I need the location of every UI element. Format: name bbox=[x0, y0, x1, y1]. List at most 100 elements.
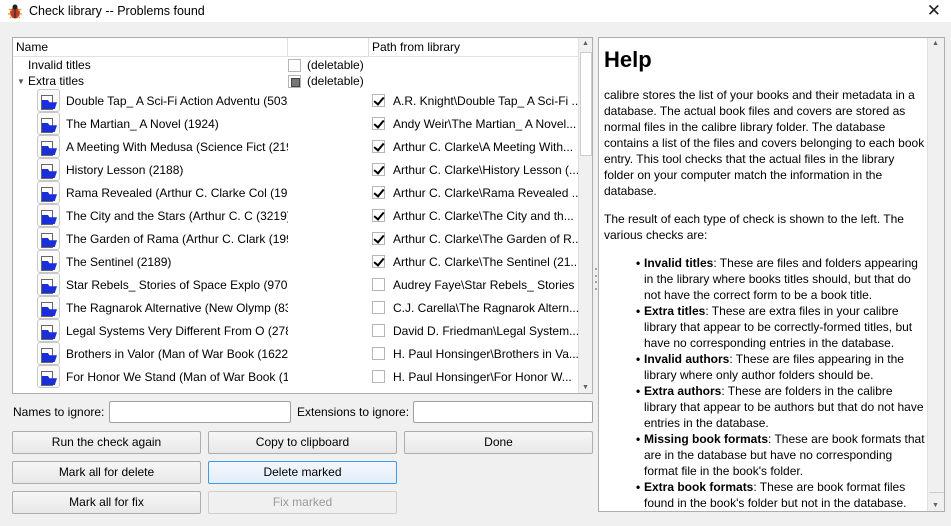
table-row[interactable]: Brothers in Valor (Man of War Book (1622… bbox=[13, 342, 580, 365]
item-checkbox[interactable] bbox=[372, 140, 385, 153]
scroll-down-icon[interactable]: ▼ bbox=[932, 502, 939, 509]
table-row[interactable]: The Ragnarok Alternative (New Olymp (833… bbox=[13, 296, 580, 319]
table-row[interactable]: A Meeting With Medusa (Science Fict (219… bbox=[13, 135, 580, 158]
item-path: H. Paul Honsinger\Brothers in Va... bbox=[393, 346, 579, 361]
column-header-path[interactable]: Path from library bbox=[369, 38, 580, 56]
table-row[interactable]: The City and the Stars (Arthur C. C (321… bbox=[13, 204, 580, 227]
item-name: The Sentinel (2189) bbox=[66, 254, 172, 269]
folder-icon bbox=[37, 181, 60, 204]
help-intro: calibre stores the list of your books an… bbox=[604, 88, 925, 198]
help-panel: Help calibre stores the list of your boo… bbox=[598, 37, 945, 512]
extensions-to-ignore-input[interactable] bbox=[413, 401, 593, 423]
help-check-item: Extra authors: These are folders in the … bbox=[636, 383, 926, 431]
item-checkbox[interactable] bbox=[372, 232, 385, 245]
mark-all-for-fix-button[interactable]: Mark all for fix bbox=[12, 491, 201, 514]
table-row[interactable]: For Honor We Stand (Man of War Book (162… bbox=[13, 365, 580, 388]
table-row[interactable]: Star Rebels_ Stories of Space Explo (970… bbox=[13, 273, 580, 296]
item-name: A Meeting With Medusa (Science Fict (219… bbox=[66, 139, 288, 154]
item-name: The Ragnarok Alternative (New Olymp (833… bbox=[66, 300, 288, 315]
help-check-item: Invalid titles: These are files and fold… bbox=[636, 255, 926, 303]
tree-rows: Invalid titles (deletable) ▼ Extra titles… bbox=[13, 57, 580, 388]
help-check-item: Extra book formats: These are book forma… bbox=[636, 479, 926, 511]
item-checkbox[interactable] bbox=[372, 347, 385, 360]
group-extra-titles[interactable]: ▼ Extra titles (deletable) bbox=[13, 73, 580, 89]
run-check-again-button[interactable]: Run the check again bbox=[12, 431, 201, 454]
window-title: Check library -- Problems found bbox=[29, 4, 205, 18]
item-checkbox[interactable] bbox=[372, 117, 385, 130]
item-name: For Honor We Stand (Man of War Book (162… bbox=[66, 369, 288, 384]
group-checkbox[interactable] bbox=[288, 58, 301, 72]
item-name: Legal Systems Very Different From O (278… bbox=[66, 323, 288, 338]
table-row[interactable]: The Garden of Rama (Arthur C. Clark (199… bbox=[13, 227, 580, 250]
item-checkbox[interactable] bbox=[372, 255, 385, 268]
item-name: The Garden of Rama (Arthur C. Clark (199… bbox=[66, 231, 288, 246]
item-name: Star Rebels_ Stories of Space Explo (970… bbox=[66, 277, 288, 292]
tree-header: Name Path from library bbox=[13, 38, 580, 57]
scroll-up-icon[interactable]: ▲ bbox=[582, 40, 589, 47]
done-button[interactable]: Done bbox=[404, 431, 593, 454]
item-checkbox[interactable] bbox=[372, 94, 385, 107]
scroll-down-icon[interactable]: ▼ bbox=[582, 384, 589, 391]
item-path: Arthur C. Clarke\Rama Revealed ... bbox=[393, 185, 580, 200]
group-invalid-titles[interactable]: Invalid titles (deletable) bbox=[13, 57, 580, 73]
folder-icon bbox=[37, 158, 60, 181]
item-checkbox[interactable] bbox=[372, 186, 385, 199]
close-icon[interactable]: ✕ bbox=[927, 1, 941, 21]
table-row[interactable]: The Martian_ A Novel (1924) Andy Weir\Th… bbox=[13, 112, 580, 135]
title-bar: Check library -- Problems found ✕ bbox=[0, 0, 951, 22]
item-checkbox[interactable] bbox=[372, 209, 385, 222]
table-row[interactable]: History Lesson (2188) Arthur C. Clarke\H… bbox=[13, 158, 580, 181]
help-check-item: Invalid authors: These are files appeari… bbox=[636, 351, 926, 383]
folder-icon bbox=[37, 135, 60, 158]
folder-icon bbox=[37, 204, 60, 227]
item-path: Arthur C. Clarke\History Lesson (... bbox=[393, 162, 580, 177]
folder-icon bbox=[37, 227, 60, 250]
table-row[interactable]: Rama Revealed (Arthur C. Clarke Col (199… bbox=[13, 181, 580, 204]
check-term: Invalid authors bbox=[644, 352, 730, 366]
item-checkbox[interactable] bbox=[372, 324, 385, 337]
column-header-name[interactable]: Name bbox=[13, 38, 288, 56]
scroll-up-icon[interactable]: ▲ bbox=[932, 40, 939, 47]
item-name: The Martian_ A Novel (1924) bbox=[66, 116, 219, 131]
table-row[interactable]: Double Tap_ A Sci-Fi Action Adventu (503… bbox=[13, 89, 580, 112]
check-term: Extra authors bbox=[644, 384, 722, 398]
problems-tree[interactable]: Name Path from library Invalid titles (d… bbox=[12, 37, 593, 394]
item-checkbox[interactable] bbox=[372, 370, 385, 383]
column-header-check[interactable] bbox=[288, 38, 369, 56]
check-term: Invalid titles bbox=[644, 256, 714, 270]
folder-icon bbox=[37, 319, 60, 342]
names-to-ignore-input[interactable] bbox=[109, 401, 291, 423]
scrollbar-thumb[interactable] bbox=[580, 52, 592, 156]
copy-to-clipboard-button[interactable]: Copy to clipboard bbox=[208, 431, 397, 454]
help-check-item: Extra titles: These are extra files in y… bbox=[636, 303, 926, 351]
folder-icon bbox=[37, 342, 60, 365]
table-row[interactable]: The Sentinel (2189) Arthur C. Clarke\The… bbox=[13, 250, 580, 273]
help-scrollbar[interactable]: ▲ ▼ bbox=[927, 38, 944, 511]
calibre-bug-icon bbox=[7, 3, 23, 19]
item-checkbox[interactable] bbox=[372, 278, 385, 291]
extensions-to-ignore-label: Extensions to ignore: bbox=[297, 405, 410, 419]
item-path: Arthur C. Clarke\A Meeting With... bbox=[393, 139, 574, 154]
scrollbar-thumb[interactable] bbox=[929, 55, 944, 493]
item-path: Arthur C. Clarke\The City and th... bbox=[393, 208, 574, 223]
item-checkbox[interactable] bbox=[372, 301, 385, 314]
help-title: Help bbox=[604, 47, 652, 72]
names-to-ignore-label: Names to ignore: bbox=[13, 405, 105, 419]
item-path: H. Paul Honsinger\For Honor W... bbox=[393, 369, 572, 384]
fix-marked-button[interactable]: Fix marked bbox=[208, 491, 397, 514]
item-checkbox[interactable] bbox=[372, 163, 385, 176]
item-path: C.J. Carella\The Ragnarok Altern... bbox=[393, 300, 580, 315]
folder-icon bbox=[37, 250, 60, 273]
delete-marked-button[interactable]: Delete marked bbox=[208, 461, 397, 484]
item-path: David D. Friedman\Legal System... bbox=[393, 323, 580, 338]
tree-scrollbar[interactable]: ▲ ▼ bbox=[578, 38, 592, 393]
expand-arrow-icon[interactable]: ▼ bbox=[17, 77, 28, 86]
check-term: Extra titles bbox=[644, 304, 706, 318]
item-path: Arthur C. Clarke\The Garden of R... bbox=[393, 231, 580, 246]
deletable-label: (deletable) bbox=[307, 58, 364, 72]
group-checkbox[interactable] bbox=[288, 74, 301, 88]
folder-icon bbox=[37, 112, 60, 135]
mark-all-for-delete-button[interactable]: Mark all for delete bbox=[12, 461, 201, 484]
table-row[interactable]: Legal Systems Very Different From O (278… bbox=[13, 319, 580, 342]
group-label: Extra titles bbox=[28, 74, 85, 88]
